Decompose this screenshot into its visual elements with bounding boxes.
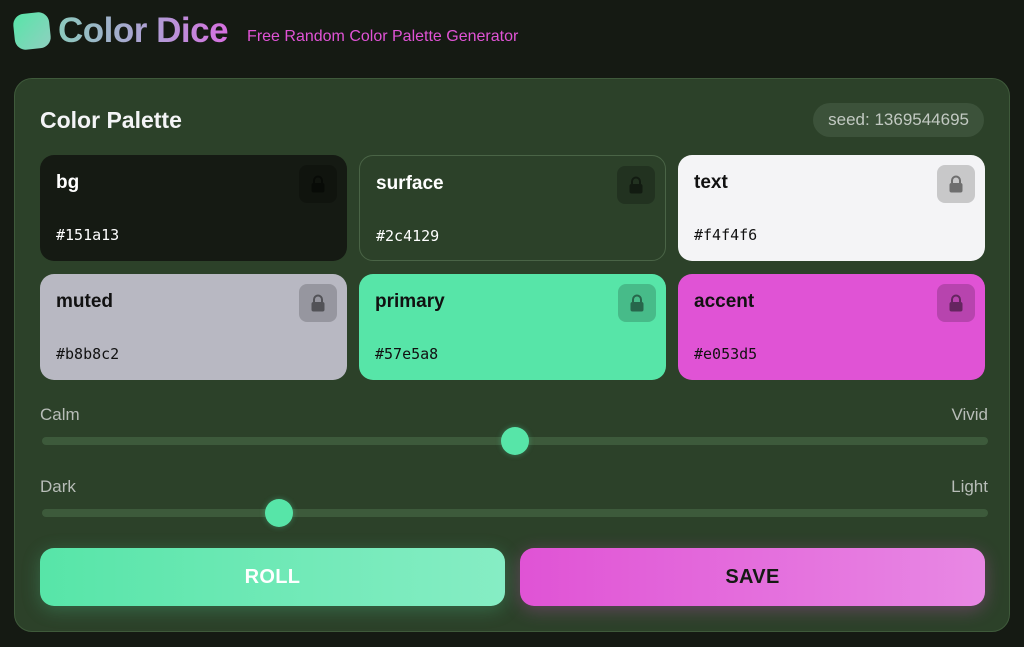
app-tagline: Free Random Color Palette Generator xyxy=(247,27,519,45)
roll-button[interactable]: ROLL xyxy=(40,548,505,606)
lock-icon xyxy=(949,294,963,312)
swatch-text[interactable]: text #f4f4f6 xyxy=(678,155,985,261)
lock-button[interactable] xyxy=(299,284,337,322)
swatch-name: surface xyxy=(376,173,444,194)
slider-right-label: Vivid xyxy=(951,405,988,424)
dice-logo-icon xyxy=(12,11,52,51)
slider-right-label: Light xyxy=(951,477,988,496)
swatch-surface[interactable]: surface #2c4129 xyxy=(359,155,666,261)
swatch-hex[interactable]: #b8b8c2 xyxy=(56,345,119,363)
swatch-hex[interactable]: #e053d5 xyxy=(694,345,757,363)
slider-track[interactable] xyxy=(42,509,988,517)
swatch-name: bg xyxy=(56,172,80,193)
slider-thumb[interactable] xyxy=(264,499,293,527)
vividness-slider[interactable]: Calm Vivid xyxy=(40,405,988,465)
seed-badge[interactable]: seed: 1369544695 xyxy=(813,103,984,137)
lock-icon xyxy=(630,294,644,312)
lock-icon xyxy=(629,176,643,194)
swatch-muted[interactable]: muted #b8b8c2 xyxy=(40,274,347,380)
lock-icon xyxy=(949,175,963,193)
lock-button[interactable] xyxy=(937,165,975,203)
lock-icon xyxy=(311,294,325,312)
swatch-hex[interactable]: #57e5a8 xyxy=(375,345,438,363)
swatch-hex[interactable]: #f4f4f6 xyxy=(694,226,757,244)
palette-title: Color Palette xyxy=(40,107,182,133)
lock-button[interactable] xyxy=(617,166,655,204)
lightness-slider[interactable]: Dark Light xyxy=(40,477,988,537)
slider-left-label: Dark xyxy=(40,477,76,496)
lock-button[interactable] xyxy=(937,284,975,322)
swatch-primary[interactable]: primary #57e5a8 xyxy=(359,274,666,380)
swatch-name: muted xyxy=(56,291,113,312)
save-button[interactable]: SAVE xyxy=(520,548,985,606)
lock-icon xyxy=(311,175,325,193)
app-header: Color Dice Free Random Color Palette Gen… xyxy=(12,11,519,51)
palette-card: Color Palette seed: 1369544695 bg #151a13… xyxy=(14,78,1010,632)
swatch-name: text xyxy=(694,172,728,193)
lock-button[interactable] xyxy=(299,165,337,203)
swatch-bg[interactable]: bg #151a13 xyxy=(40,155,347,261)
swatch-accent[interactable]: accent #e053d5 xyxy=(678,274,985,380)
lock-button[interactable] xyxy=(618,284,656,322)
slider-thumb[interactable] xyxy=(501,427,529,455)
swatch-name: primary xyxy=(375,291,445,312)
slider-left-label: Calm xyxy=(40,405,80,424)
app-title: Color Dice xyxy=(58,11,229,50)
swatch-name: accent xyxy=(694,291,755,312)
swatch-hex[interactable]: #2c4129 xyxy=(376,227,439,245)
swatch-hex[interactable]: #151a13 xyxy=(56,226,119,244)
